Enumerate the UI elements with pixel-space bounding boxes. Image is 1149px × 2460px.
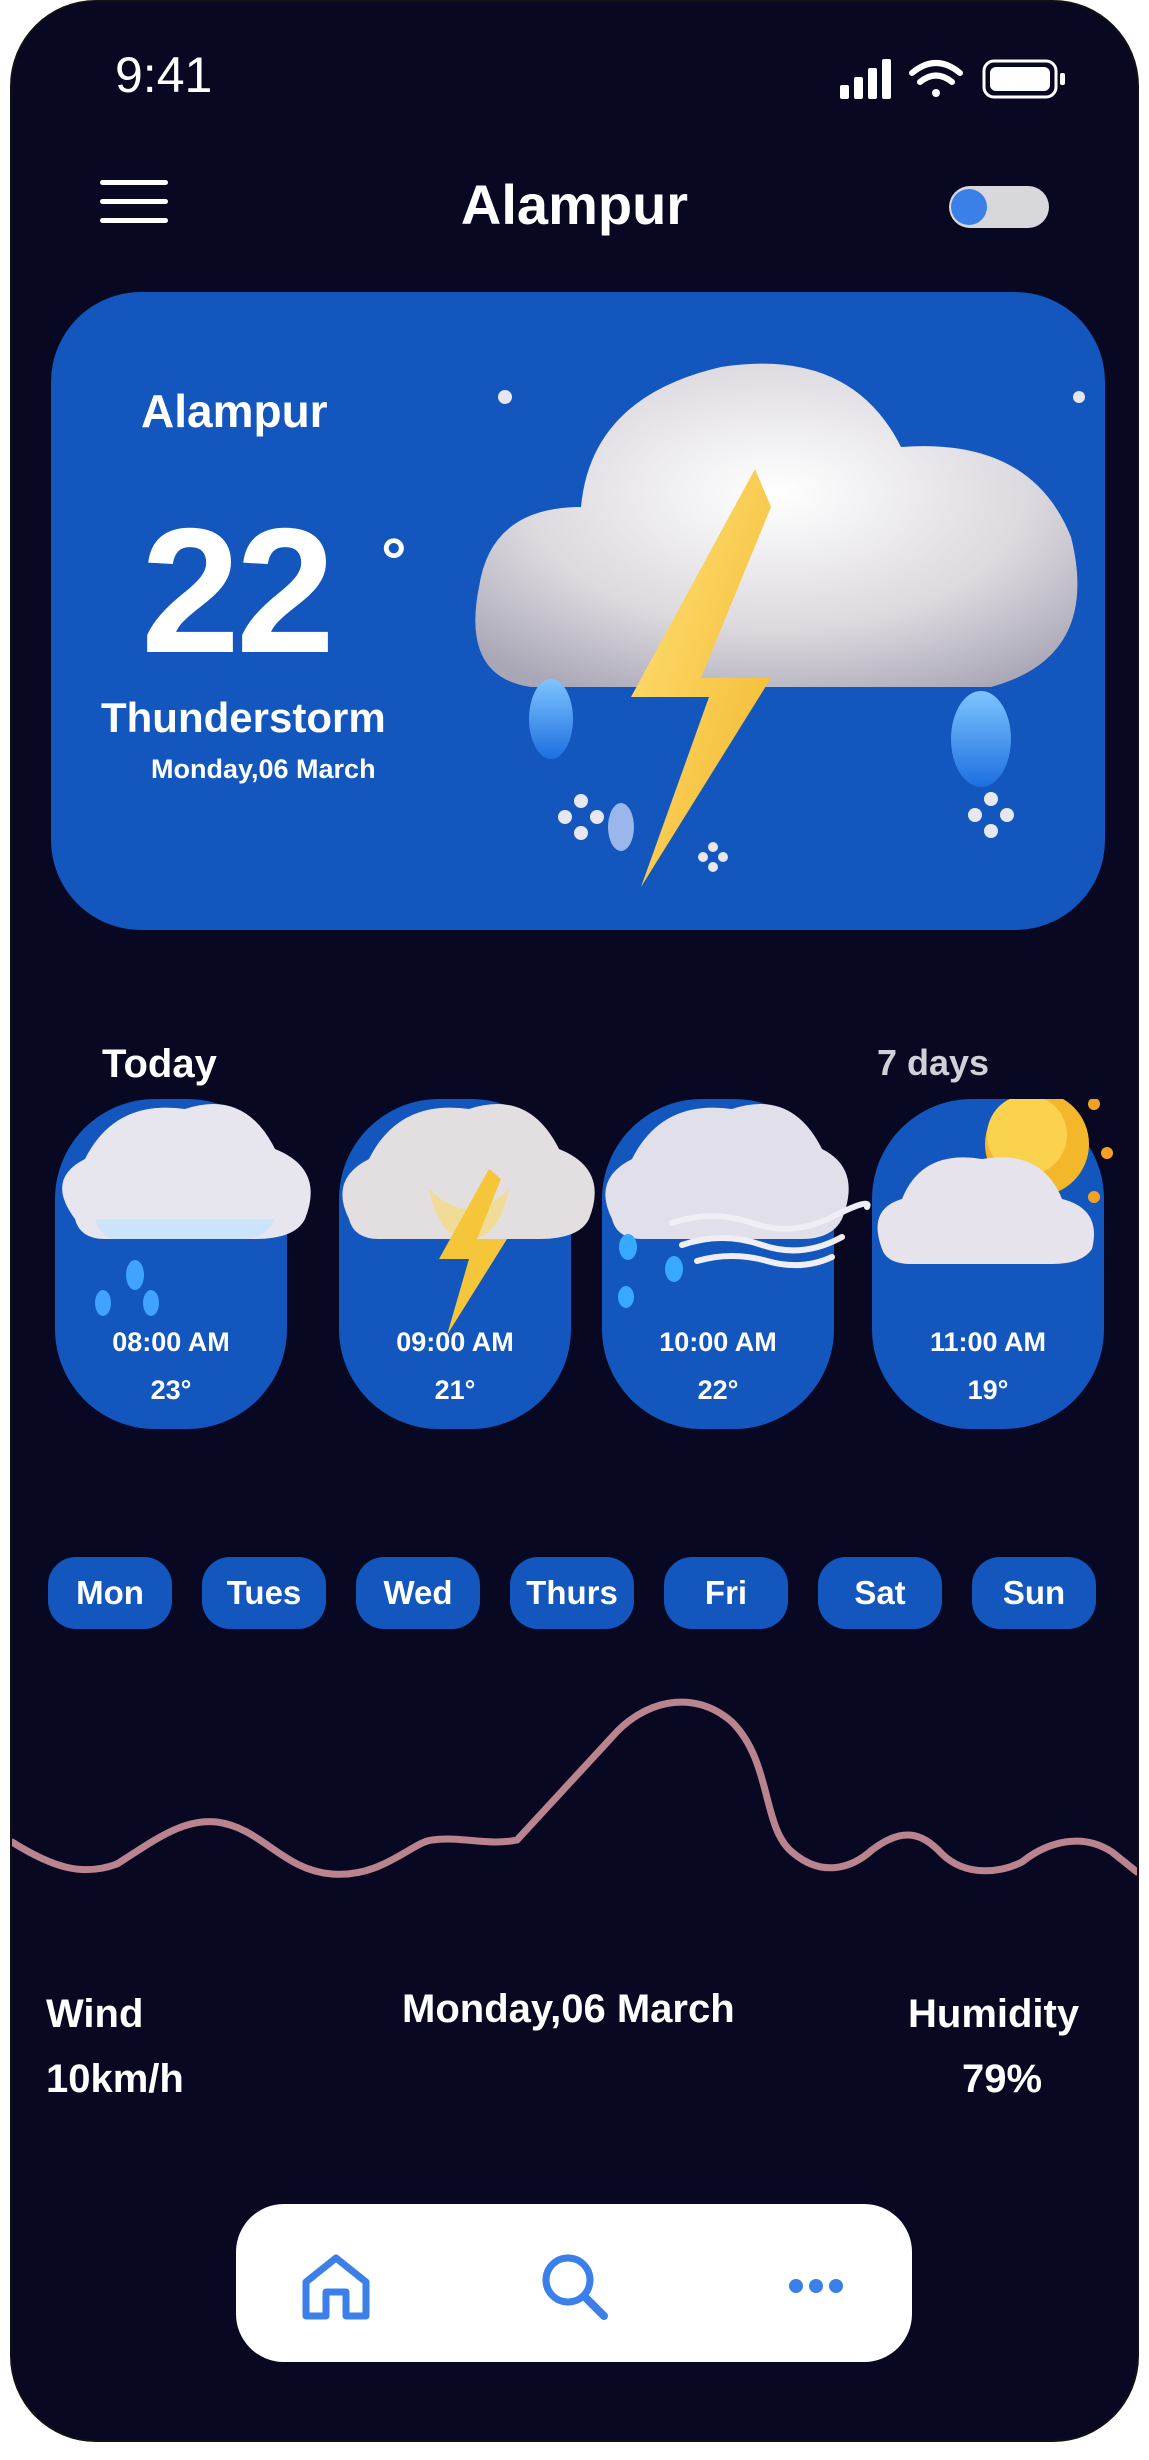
hour-time: 11:00 AM (929, 1327, 1047, 1357)
hero-temperature: 22 (141, 491, 335, 690)
day-sun[interactable]: Sun (972, 1557, 1096, 1629)
day-wed[interactable]: Wed (356, 1557, 480, 1629)
wifi-icon (909, 60, 963, 97)
hour-card[interactable]: 08:00 AM 23° (55, 1099, 311, 1429)
wind-label: Wind (46, 1992, 144, 2036)
hour-time: 10:00 AM (659, 1327, 777, 1357)
hero-degree-symbol: ° (381, 525, 407, 597)
theme-toggle[interactable] (949, 186, 1049, 228)
current-weather-card: Alampur 22 ° Thunderstorm Monday,06 Marc… (51, 292, 1105, 930)
sun-cloud-icon (872, 1075, 1122, 1304)
day-tues[interactable]: Tues (202, 1557, 326, 1629)
hour-temp: 19° (967, 1375, 1009, 1405)
hour-card[interactable]: 10:00 AM 22° (602, 1099, 871, 1429)
humidity-value: 79% (962, 2057, 1043, 2101)
hour-card[interactable]: 09:00 AM 21° (339, 1099, 595, 1429)
hour-time: 08:00 AM (112, 1327, 230, 1357)
status-icons (840, 57, 1070, 106)
hero-city: Alampur (141, 385, 328, 437)
hour-temp: 21° (434, 1375, 476, 1405)
seven-days-link[interactable]: 7 days (877, 1042, 989, 1084)
rain-cloud-icon (55, 1099, 315, 1334)
search-icon[interactable] (534, 2246, 614, 2326)
day-fri[interactable]: Fri (664, 1557, 788, 1629)
windy-rain-cloud-icon (602, 1099, 882, 1334)
more-icon[interactable] (776, 2246, 856, 2326)
status-time: 9:41 (115, 47, 213, 103)
day-mon[interactable]: Mon (48, 1557, 172, 1629)
hero-date: Monday,06 March (151, 754, 376, 784)
temperature-trend-line (12, 1682, 1137, 1927)
today-label: Today (102, 1042, 217, 1086)
hero-condition: Thunderstorm (101, 694, 386, 741)
hour-time: 09:00 AM (396, 1327, 514, 1357)
home-icon[interactable] (296, 2246, 376, 2326)
humidity-label: Humidity (908, 1992, 1080, 2036)
thunderstorm-cloud-icon (449, 309, 1091, 902)
phone-screen: 9:41 Alampur Alampur 22 ° Thunderstorm M… (12, 2, 1137, 2440)
hour-temp: 22° (697, 1375, 739, 1405)
day-thurs[interactable]: Thurs (510, 1557, 634, 1629)
bottom-nav (236, 2204, 912, 2362)
battery-icon (982, 59, 1065, 99)
toggle-knob (951, 189, 987, 225)
signal-icon (840, 59, 891, 99)
selected-date: Monday,06 March (402, 1987, 735, 2031)
hour-temp: 23° (150, 1375, 192, 1405)
lightning-cloud-icon (339, 1099, 599, 1344)
hour-card[interactable]: 11:00 AM 19° (872, 1075, 1113, 1429)
day-sat[interactable]: Sat (818, 1557, 942, 1629)
wind-value: 10km/h (46, 2057, 184, 2101)
